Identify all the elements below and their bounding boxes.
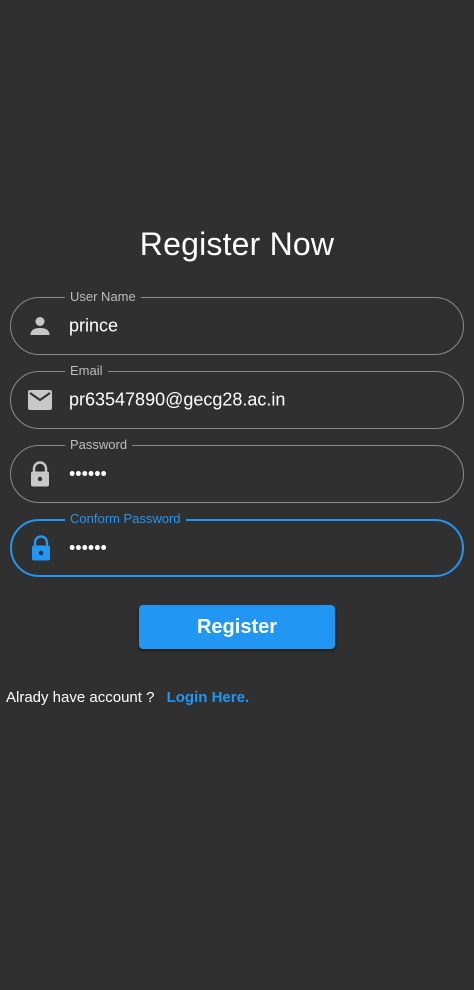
- password-input[interactable]: ••••••: [69, 464, 107, 485]
- confirm-password-input[interactable]: ••••••: [69, 538, 107, 559]
- username-input[interactable]: prince: [69, 316, 118, 337]
- username-field[interactable]: User Name prince: [10, 289, 464, 355]
- login-prompt-text: Alrady have account ?: [6, 689, 155, 706]
- lock-icon: [28, 535, 54, 561]
- register-button[interactable]: Register: [139, 605, 335, 649]
- mail-icon: [27, 387, 53, 413]
- confirm-password-label: Conform Password: [65, 511, 186, 527]
- email-field[interactable]: Email pr63547890@gecg28.ac.in: [10, 363, 464, 429]
- email-label: Email: [65, 363, 108, 379]
- password-field[interactable]: Password ••••••: [10, 437, 464, 503]
- login-prompt-row: Alrady have account ? Login Here.: [6, 689, 249, 706]
- login-link[interactable]: Login Here.: [167, 689, 250, 706]
- page-title: Register Now: [139, 226, 335, 262]
- lock-icon: [27, 461, 53, 487]
- confirm-password-field[interactable]: Conform Password ••••••: [10, 511, 464, 577]
- username-label: User Name: [65, 289, 141, 305]
- person-icon: [27, 313, 53, 339]
- password-label: Password: [65, 437, 133, 453]
- email-input[interactable]: pr63547890@gecg28.ac.in: [69, 390, 285, 411]
